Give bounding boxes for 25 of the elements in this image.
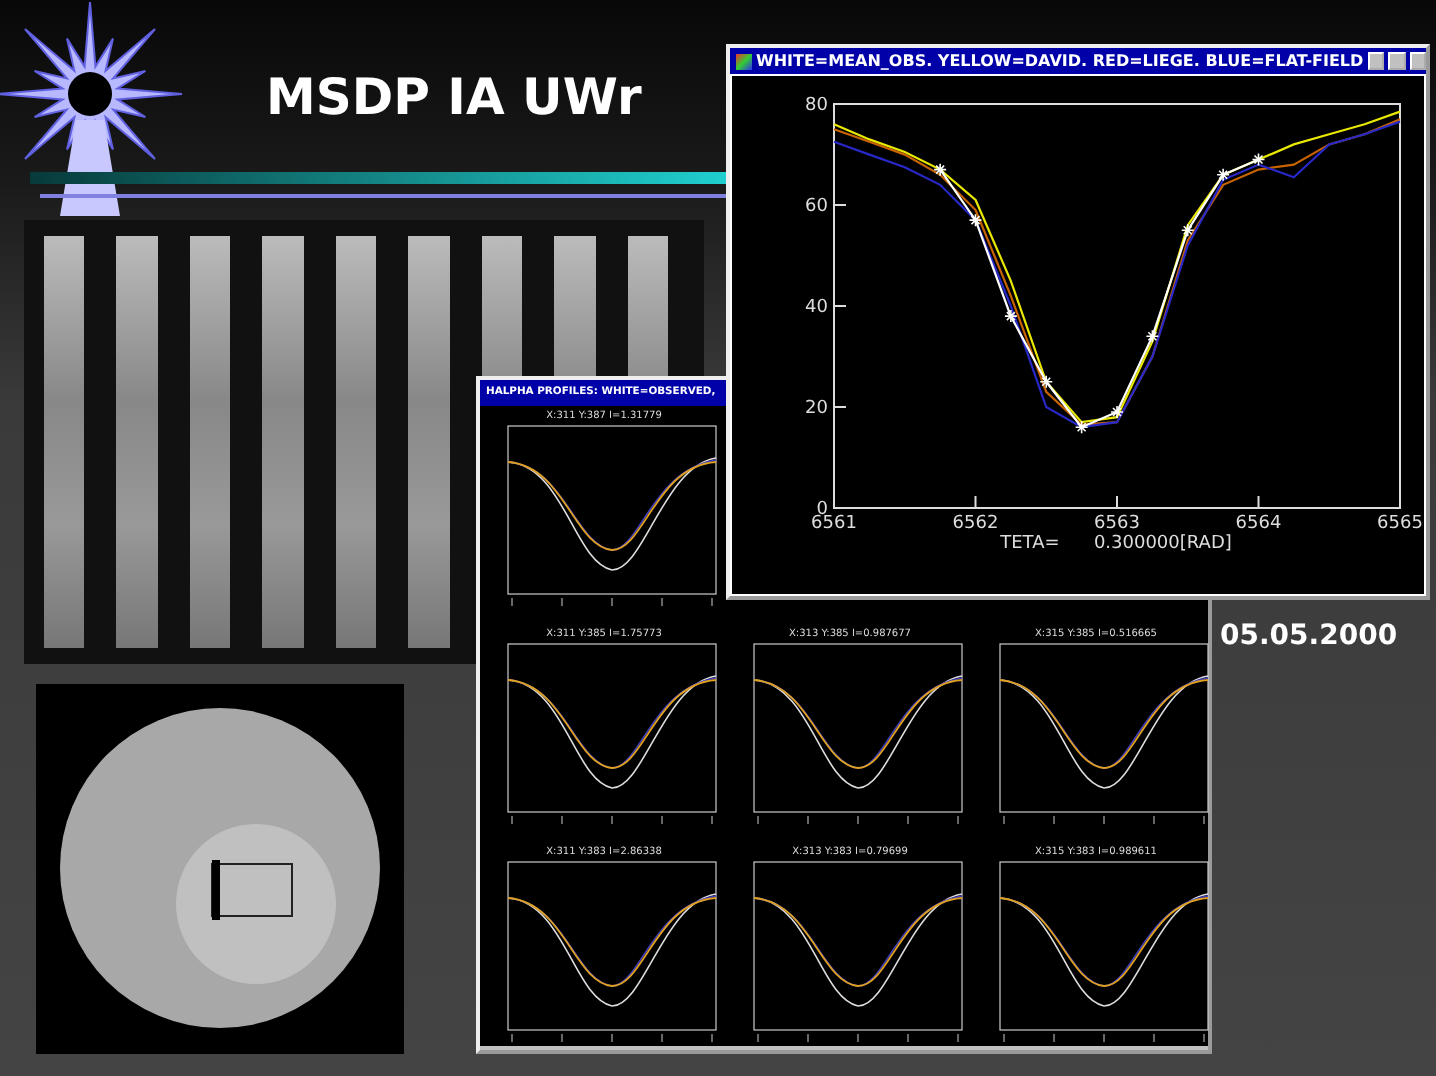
- app-icon: [736, 53, 752, 69]
- axis-label: 6562: [952, 514, 999, 534]
- point: [1074, 420, 1089, 434]
- axis-label: 6565: [1377, 514, 1423, 534]
- axis-label: 6564: [1235, 514, 1282, 534]
- minimize-button[interactable]: [1367, 52, 1385, 70]
- slide-title: MSDP IA UWr: [266, 66, 642, 130]
- date-label: 05.05.2000: [1220, 618, 1398, 656]
- point: [1039, 374, 1054, 389]
- window-title: WHITE=MEAN_OBS. YELLOW=DAVID. RED=LIEGE. BLUE=FLAT-FIELD: [756, 50, 1364, 74]
- point: [1004, 309, 1018, 323]
- axis-label: 6563: [1094, 514, 1140, 534]
- point: [1251, 152, 1266, 167]
- point: [933, 162, 947, 177]
- axis-label: 60: [805, 197, 828, 217]
- axis-title: TETA= 0.300000[RAD]: [1000, 534, 1232, 554]
- point: [968, 213, 983, 227]
- point: [1216, 167, 1230, 182]
- point: [1145, 329, 1160, 344]
- close-button[interactable]: [1409, 52, 1426, 70]
- axis-label: 6561: [811, 514, 857, 534]
- point: [1180, 223, 1195, 238]
- point: [1110, 405, 1124, 419]
- axis-label: 40: [805, 298, 828, 318]
- axis-label: 80: [805, 96, 828, 116]
